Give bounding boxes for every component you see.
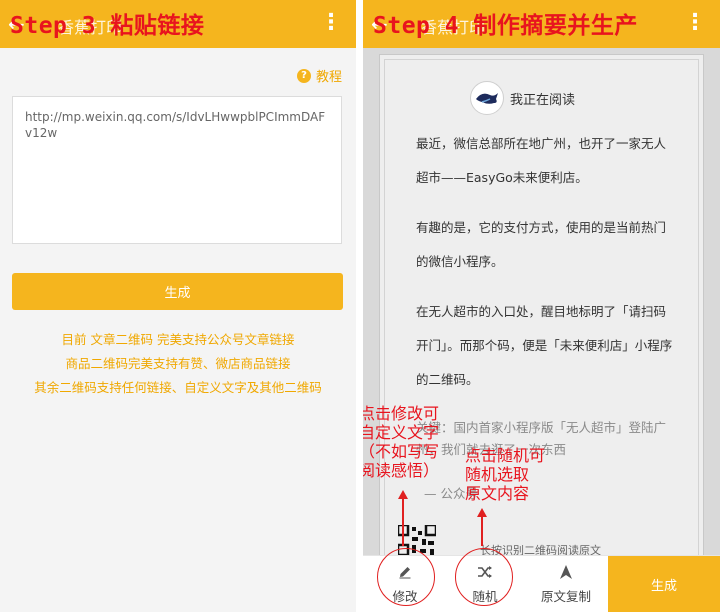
edit-annotation: 点击修改可 自定义文字 （不如写写 阅读感悟） (363, 404, 439, 480)
article-paragraph: 在无人超市的入口处，醒目地标明了「请扫码开门」。而那个码，便是「未来便利店」小程… (416, 304, 673, 387)
app-bar: ← 香蕉打印 ⋮ Step 3 粘贴链接 (0, 0, 356, 48)
step-title: Step 4 制作摘要并生产 (373, 13, 638, 39)
article-paragraph: 有趣的是，它的支付方式，使用的是当前热门的微信小程序。 (416, 220, 667, 269)
step-title: Step 3 粘贴链接 (10, 13, 205, 39)
generate-button[interactable]: 生成 (608, 556, 720, 612)
annotation-line: 点击随机可 (465, 446, 546, 465)
question-icon: ? (296, 68, 311, 83)
annotation-line: 原文内容 (465, 484, 530, 503)
article-faded-line: — 公众号 (424, 486, 478, 501)
info-line: 其余二维码支持任何链接、自定义文字及其他二维码 (34, 380, 322, 395)
arrow-line (481, 516, 483, 546)
right-screenshot: ← 香蕉打印 ⋮ Step 4 制作摘要并生产 我正在阅读 最近，微信总部所在地… (363, 0, 720, 612)
info-text: 目前 文章二维码 完美支持公众号文章链接 商品二维码完美支持有赞、微店商品链接 … (0, 328, 356, 400)
app-bar: ← 香蕉打印 ⋮ Step 4 制作摘要并生产 (363, 0, 720, 48)
info-line: 商品二维码完美支持有赞、微店商品链接 (65, 356, 291, 371)
more-menu-icon[interactable]: ⋮ (684, 10, 706, 35)
divider (356, 0, 363, 612)
fish-logo-icon (470, 81, 504, 115)
highlight-ring-edit (377, 548, 435, 606)
reading-label: 我正在阅读 (510, 92, 576, 108)
more-menu-icon[interactable]: ⋮ (320, 10, 342, 35)
copy-original-button[interactable]: 原文复制 (531, 556, 601, 612)
reading-header: 我正在阅读 (470, 81, 575, 115)
left-screenshot: ← 香蕉打印 ⋮ Step 3 粘贴链接 ? 教程 http://mp.weix… (0, 0, 356, 612)
generate-button[interactable]: 生成 (12, 273, 343, 310)
article-paragraph: 最近，微信总部所在地广州，也开了一家无人超市——EasyGo未来便利店。 (416, 136, 667, 185)
annotation-line: 随机选取 (465, 465, 530, 484)
annotation-line: 点击修改可 (363, 404, 440, 423)
annotation-line: （不如写写 (363, 442, 440, 461)
help-label: 教程 (315, 70, 342, 85)
annotation-line: 自定义文字 (363, 423, 440, 442)
annotation-line: 阅读感悟） (363, 461, 440, 480)
copy-original-label: 原文复制 (540, 589, 591, 604)
arrow-line (402, 498, 404, 546)
article-faded-line: 州，我们就去逛了一次东西 (416, 442, 567, 457)
help-link[interactable]: ? 教程 (296, 66, 342, 85)
article-faded-line: 关键：国内首家小程序版「无人超市」登陆广 (416, 420, 667, 435)
info-line: 目前 文章二维码 完美支持公众号文章链接 (61, 332, 295, 347)
url-input[interactable]: http://mp.weixin.qq.com/s/IdvLHwwpblPCIm… (12, 96, 342, 244)
nav-arrow-icon (560, 564, 572, 580)
random-annotation: 点击随机可 随机选取 原文内容 (465, 446, 545, 503)
highlight-ring-random (455, 548, 513, 606)
